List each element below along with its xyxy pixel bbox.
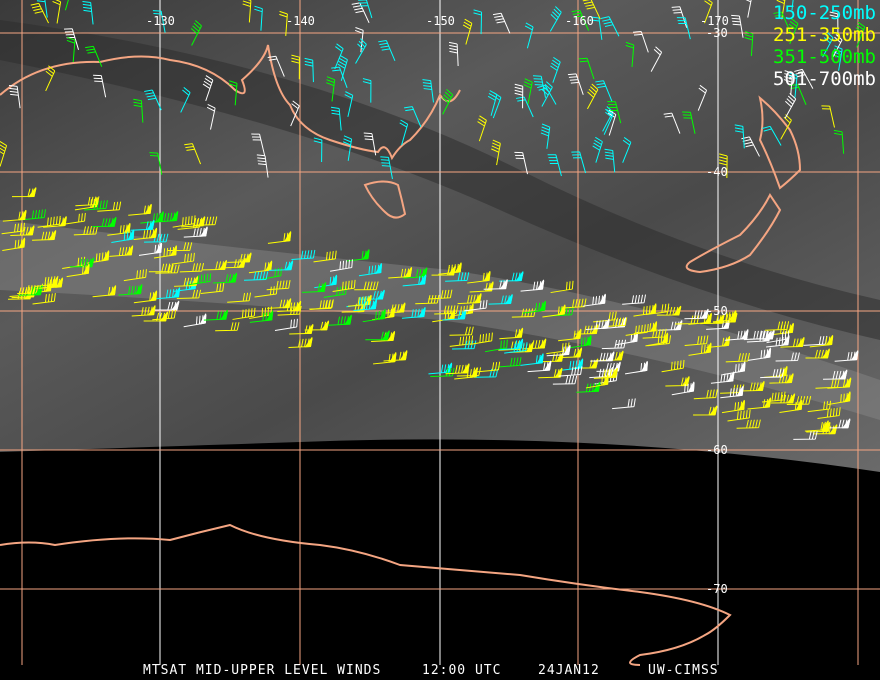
caption-date: 24JAN12 [538, 663, 600, 678]
legend-251-350mb: 251-350mb [773, 24, 876, 46]
lon-label-130: -130 [146, 14, 175, 28]
lat-label-50: -50 [706, 304, 728, 318]
legend-351-500mb: 351-500mb [773, 46, 876, 68]
pressure-legend: 150-250mb 251-350mb 351-500mb 501-700mb [773, 2, 876, 90]
caption-time: 12:00 UTC [422, 663, 502, 678]
map-canvas [0, 0, 880, 666]
lat-label-40: -40 [706, 165, 728, 179]
antarctica-coastline [0, 523, 732, 666]
lon-label-160: -160 [565, 14, 594, 28]
lon-label-140: -140 [286, 14, 315, 28]
lat-label-30: -30 [706, 26, 728, 40]
legend-501-700mb: 501-700mb [773, 68, 876, 90]
legend-150-250mb: 150-250mb [773, 2, 876, 24]
lon-label-150: -150 [426, 14, 455, 28]
caption-product: MTSAT MID-UPPER LEVEL WINDS [143, 663, 382, 678]
caption-source: UW-CIMSS [648, 663, 719, 678]
lat-label-60: -60 [706, 443, 728, 457]
lat-label-70: -70 [706, 582, 728, 596]
satellite-wind-map: -130 -140 -150 -160 -170 -30 -40 -50 -60… [0, 0, 880, 680]
